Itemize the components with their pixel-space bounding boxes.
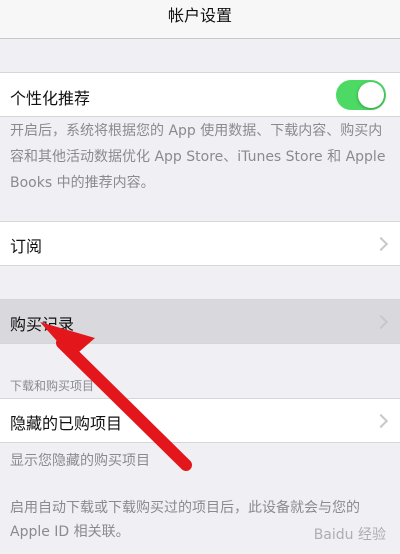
- personalized-recommendations-description: 开启后，系统将根据您的 App 使用数据、下载内容、购买内容和其他活动数据优化 …: [10, 123, 386, 191]
- toggle-knob: [358, 82, 384, 108]
- personalized-recommendations-row[interactable]: 个性化推荐: [0, 72, 400, 117]
- hidden-purchases-note: 显示您隐藏的购买项目: [10, 453, 150, 469]
- subscriptions-row[interactable]: 订阅: [0, 221, 400, 266]
- page-title: 帐户设置: [167, 6, 232, 25]
- downloads-section-header: 下载和购买项目: [10, 379, 95, 393]
- purchase-history-row[interactable]: 购买记录: [0, 299, 400, 344]
- chevron-right-icon: [373, 236, 389, 252]
- chevron-right-icon: [373, 314, 389, 330]
- chevron-right-icon: [373, 413, 389, 429]
- subscriptions-label: 订阅: [10, 237, 43, 256]
- purchase-history-label: 购买记录: [10, 315, 75, 334]
- navigation-bar: 帐户设置: [0, 0, 400, 39]
- personalized-recommendations-label: 个性化推荐: [10, 89, 91, 108]
- hidden-purchases-label: 隐藏的已购项目: [10, 414, 123, 433]
- watermark-logo: Baidu 经验: [313, 527, 386, 543]
- personalized-recommendations-toggle[interactable]: [336, 80, 386, 110]
- hidden-purchases-row[interactable]: 隐藏的已购项目: [0, 398, 400, 443]
